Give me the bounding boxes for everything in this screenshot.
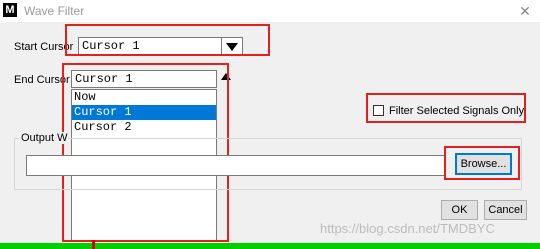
filter-checkbox[interactable]	[373, 105, 384, 116]
timeline-marker	[92, 240, 95, 249]
watermark: https://blog.csdn.net/TMDBYC	[320, 221, 495, 236]
timeline-strip	[0, 243, 540, 249]
title-bar: M Wave Filter ✕	[0, 0, 540, 22]
cancel-button[interactable]: Cancel	[484, 200, 527, 220]
close-icon[interactable]: ✕	[512, 0, 538, 22]
output-path-input[interactable]	[26, 155, 446, 176]
window-title: Wave Filter	[24, 4, 85, 18]
ok-button[interactable]: OK	[441, 200, 478, 220]
highlight-box-browse	[444, 146, 520, 180]
filter-label: Filter Selected Signals Only	[389, 105, 525, 117]
app-icon: M	[3, 3, 17, 17]
highlight-box-start	[65, 24, 270, 56]
output-label: Output W	[19, 132, 70, 144]
